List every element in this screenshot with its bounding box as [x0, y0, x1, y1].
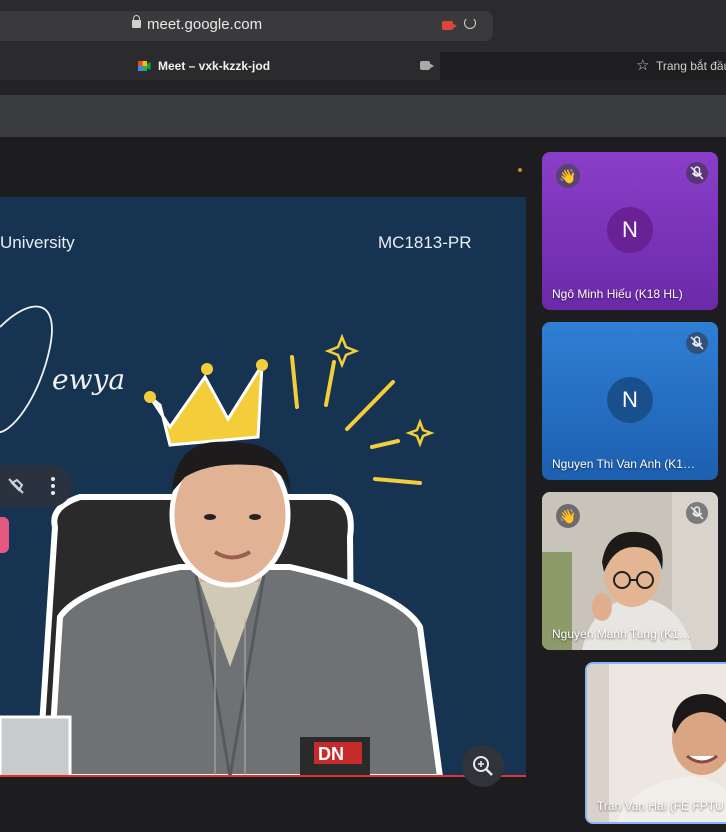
mic-off-icon	[686, 502, 708, 524]
participant-name: Ngô Minh Hiếu (K18 HL)	[552, 287, 683, 301]
tab-title: Meet – vxk-kzzk-jod	[158, 59, 271, 73]
tab-start-page[interactable]: Trang bắt đầu	[656, 59, 726, 73]
more-options-icon[interactable]	[49, 476, 57, 496]
participant-tile-video[interactable]: 👋 Nguyen Manh Tung (K1…	[542, 492, 718, 650]
google-meet-icon	[138, 61, 151, 71]
activity-dot	[518, 168, 522, 172]
avatar: N	[607, 377, 653, 423]
participant-tile[interactable]: N Nguyen Thi Van Anh (K1…	[542, 322, 718, 480]
slide-artwork: ewya DN	[0, 305, 444, 777]
participant-name: Nguyen Thi Van Anh (K1…	[552, 457, 695, 471]
tab-meet[interactable]: Meet – vxk-kzzk-jod	[0, 52, 440, 80]
star-icon[interactable]: ☆	[636, 56, 649, 74]
meet-top-bar	[0, 95, 726, 137]
browser-toolbar	[0, 80, 726, 95]
participant-tile[interactable]: 👋 N Ngô Minh Hiếu (K18 HL)	[542, 152, 718, 310]
participant-tile-self[interactable]: Tran Van Hai (FE FPTU H…	[585, 662, 726, 824]
zoom-button[interactable]	[462, 745, 504, 787]
camera-recording-icon[interactable]	[442, 21, 457, 30]
presentation-slide: University MC1813-PR ewya DN	[0, 197, 526, 777]
raised-hand-icon: 👋	[556, 504, 580, 528]
tab-camera-icon	[420, 61, 434, 70]
url-field[interactable]: meet.google.com	[0, 11, 493, 41]
browser-address-bar: meet.google.com	[0, 0, 726, 52]
participant-name: Nguyen Manh Tung (K1…	[552, 627, 691, 641]
presenter-speaking-bar	[0, 775, 526, 777]
url-text[interactable]: meet.google.com	[147, 16, 262, 33]
mic-off-icon	[686, 332, 708, 354]
presenter-controls[interactable]	[0, 465, 72, 507]
mic-badge-text: DN	[318, 744, 344, 764]
reaction-marker	[0, 517, 9, 553]
participant-name: Tran Van Hai (FE FPTU H…	[597, 799, 726, 813]
signature-text: ewya	[52, 363, 125, 396]
reload-icon[interactable]	[464, 17, 476, 29]
mic-off-icon	[686, 162, 708, 184]
zoom-in-icon	[473, 756, 493, 776]
avatar: N	[607, 207, 653, 253]
unpin-icon[interactable]	[4, 474, 28, 498]
lock-icon	[132, 15, 141, 28]
tab-strip: Meet – vxk-kzzk-jod ☆ Trang bắt đầu	[0, 52, 726, 80]
raised-hand-icon: 👋	[556, 164, 580, 188]
